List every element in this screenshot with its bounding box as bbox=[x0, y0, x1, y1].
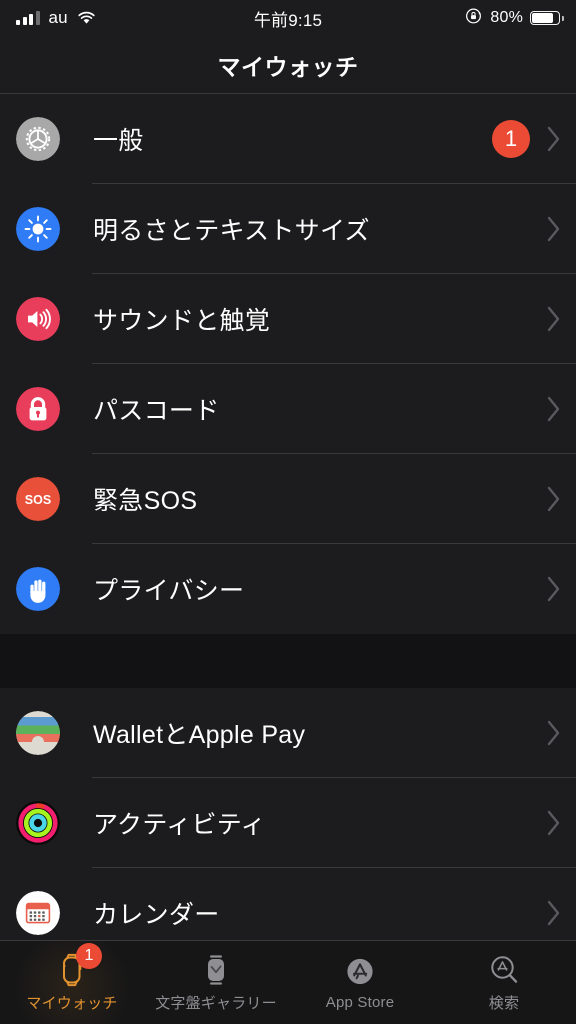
list-item-brightness[interactable]: 明るさとテキストサイズ bbox=[0, 184, 576, 274]
list-item-label: パスコード bbox=[93, 397, 220, 425]
chevron-right-icon bbox=[546, 575, 562, 603]
status-bar: au 午前9:15 80% bbox=[0, 0, 576, 36]
calendar-icon bbox=[16, 891, 60, 935]
chevron-right-icon bbox=[546, 125, 562, 153]
apps-section: WalletとApple Pay アクティビティ カレンダー bbox=[0, 688, 576, 940]
tab-bar[interactable]: 1 マイウォッチ 文字盤ギャラリー App Store 検索 bbox=[0, 940, 576, 1024]
chevron-right-icon bbox=[546, 215, 562, 243]
tab-label: 検索 bbox=[488, 995, 520, 1012]
list-item-activity[interactable]: アクティビティ bbox=[0, 778, 576, 868]
cellular-signal-icon bbox=[16, 11, 40, 25]
tab-label: App Store bbox=[325, 994, 395, 1011]
list-item-label: 一般 bbox=[93, 127, 144, 155]
tab-label: 文字盤ギャラリー bbox=[155, 995, 277, 1012]
tab-search[interactable]: 検索 bbox=[432, 941, 576, 1024]
list-item-label: 緊急SOS bbox=[93, 487, 198, 515]
list-item-sound[interactable]: サウンドと触覚 bbox=[0, 274, 576, 364]
activity-rings-icon bbox=[16, 801, 60, 845]
tab-app-store[interactable]: App Store bbox=[288, 941, 432, 1024]
status-badge: 1 bbox=[492, 120, 530, 158]
app-store-icon bbox=[342, 954, 378, 990]
search-icon bbox=[486, 952, 522, 988]
list-item-label: 明るさとテキストサイズ bbox=[93, 217, 370, 245]
watch-app-screen: au 午前9:15 80% マイウォッチ 一般 1 明るさとテキストサイズ サウ… bbox=[0, 0, 576, 1024]
status-bar-right: 80% bbox=[464, 6, 564, 30]
chevron-right-icon bbox=[546, 899, 562, 927]
status-bar-left: au bbox=[16, 8, 96, 28]
list-item-label: サウンドと触覚 bbox=[93, 307, 271, 335]
sound-icon bbox=[16, 297, 60, 341]
navigation-bar: マイウォッチ bbox=[0, 36, 576, 94]
battery-icon bbox=[530, 11, 564, 25]
settings-list[interactable]: 一般 1 明るさとテキストサイズ サウンドと触覚 パスコード SOS 緊急SOS… bbox=[0, 94, 576, 940]
chevron-right-icon bbox=[546, 719, 562, 747]
section-divider bbox=[0, 634, 576, 688]
lock-icon bbox=[16, 387, 60, 431]
sos-icon: SOS bbox=[16, 477, 60, 521]
clock-label: 午前9:15 bbox=[253, 10, 323, 30]
svg-text:SOS: SOS bbox=[25, 493, 51, 507]
tab-my-watch[interactable]: 1 マイウォッチ bbox=[0, 941, 144, 1024]
list-item-calendar[interactable]: カレンダー bbox=[0, 868, 576, 940]
page-title: マイウォッチ bbox=[217, 53, 359, 80]
battery-percent-label: 80% bbox=[490, 9, 523, 26]
tab-label: マイウォッチ bbox=[26, 995, 118, 1012]
tab-face-gallery[interactable]: 文字盤ギャラリー bbox=[144, 941, 288, 1024]
list-item-wallet-apple-pay[interactable]: WalletとApple Pay bbox=[0, 688, 576, 778]
list-item-privacy[interactable]: プライバシー bbox=[0, 544, 576, 634]
wallet-icon bbox=[16, 711, 60, 755]
gear-icon bbox=[16, 117, 60, 161]
carrier-label: au bbox=[48, 8, 68, 27]
list-item-label: アクティビティ bbox=[93, 811, 266, 839]
watch-face-icon bbox=[198, 952, 234, 988]
chevron-right-icon bbox=[546, 485, 562, 513]
settings-section: 一般 1 明るさとテキストサイズ サウンドと触覚 パスコード SOS 緊急SOS… bbox=[0, 94, 576, 634]
wifi-icon bbox=[77, 11, 96, 25]
list-item-passcode[interactable]: パスコード bbox=[0, 364, 576, 454]
chevron-right-icon bbox=[546, 305, 562, 333]
list-item-label: カレンダー bbox=[93, 901, 220, 929]
chevron-right-icon bbox=[546, 395, 562, 423]
list-item-label: WalletとApple Pay bbox=[93, 721, 306, 749]
privacy-hand-icon bbox=[16, 567, 60, 611]
chevron-right-icon bbox=[546, 809, 562, 837]
brightness-icon bbox=[16, 207, 60, 251]
list-item-emergency-sos[interactable]: SOS 緊急SOS bbox=[0, 454, 576, 544]
list-item-general[interactable]: 一般 1 bbox=[0, 94, 576, 184]
rotation-lock-icon bbox=[464, 6, 483, 30]
tab-badge: 1 bbox=[76, 943, 102, 969]
list-item-label: プライバシー bbox=[93, 577, 245, 605]
